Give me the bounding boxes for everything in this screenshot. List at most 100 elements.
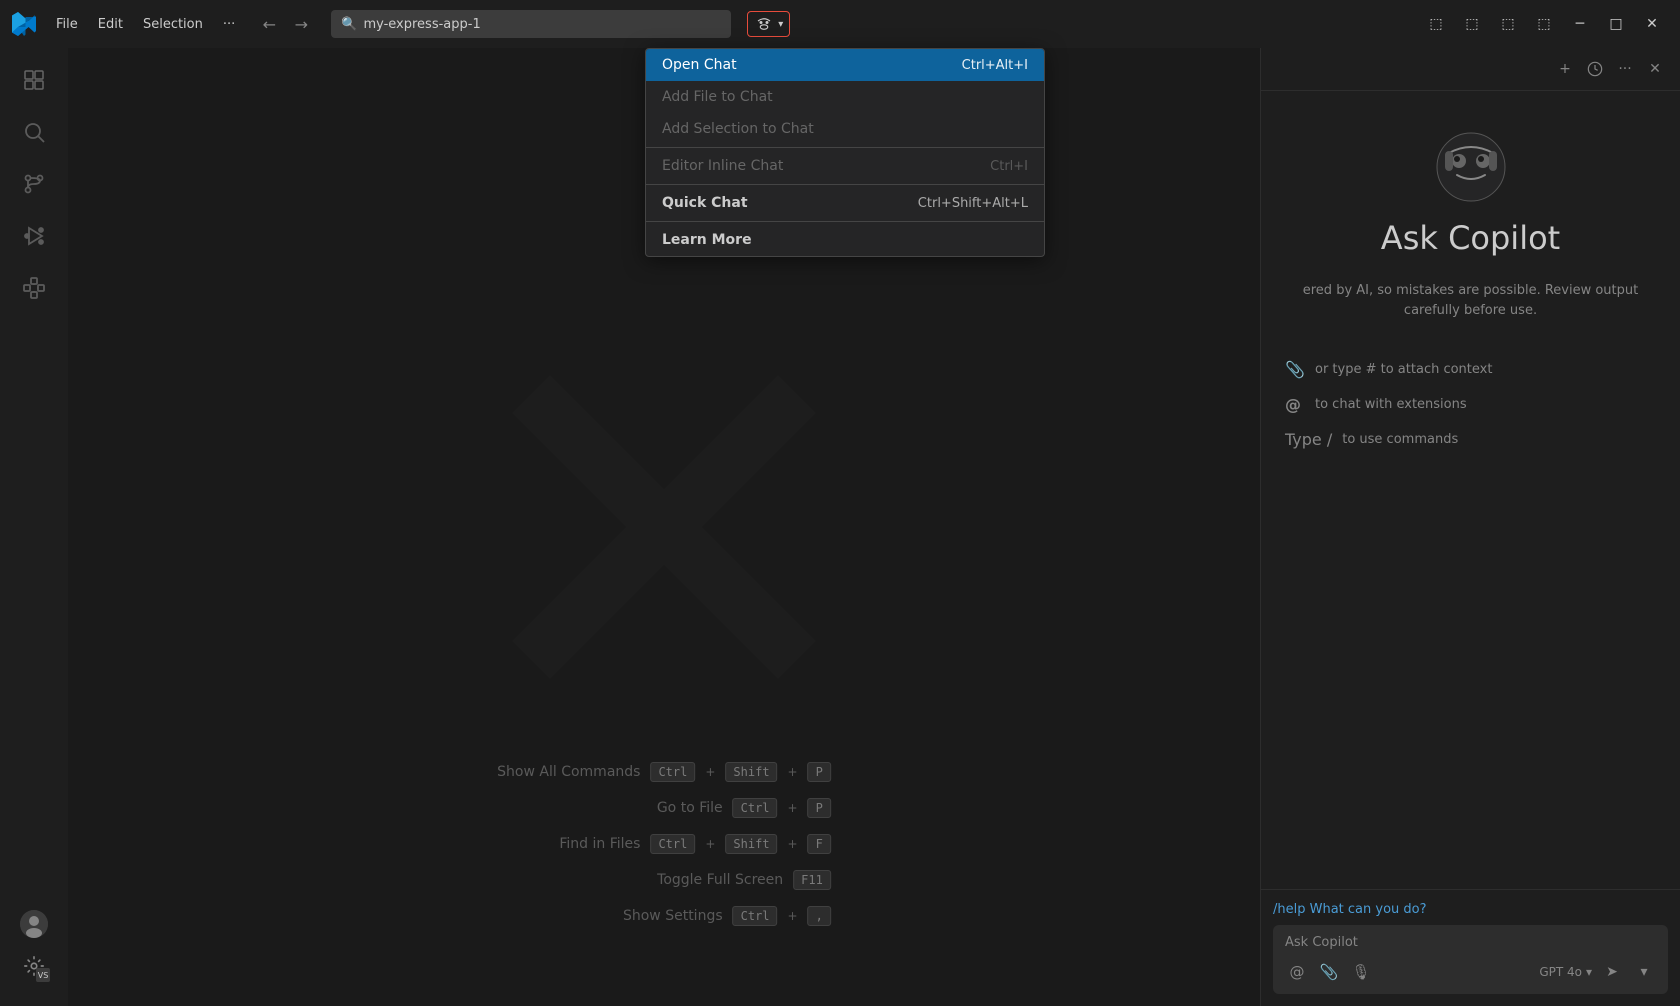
activity-search[interactable] — [10, 108, 58, 156]
activity-bar-bottom: VS — [10, 910, 58, 998]
shortcut-settings: Show Settings Ctrl + , — [623, 906, 831, 926]
settings-button[interactable]: VS — [10, 942, 58, 990]
panel-header: + ··· ✕ — [1261, 48, 1680, 91]
activity-run-debug[interactable] — [10, 212, 58, 260]
menu-keybinding-open-chat: Ctrl+Alt+I — [962, 58, 1028, 73]
kbd-ctrl-2: Ctrl — [733, 798, 778, 818]
title-bar: File Edit Selection ··· ← → 🔍 my-express… — [0, 0, 1680, 48]
copilot-description: ered by AI, so mistakes are possible. Re… — [1285, 281, 1656, 320]
menu-item-quick-chat[interactable]: Quick Chat Ctrl+Shift+Alt+L — [646, 187, 1044, 219]
chat-attach-button[interactable]: 📎 — [1317, 960, 1341, 984]
shortcut-label-5: Show Settings — [623, 908, 723, 924]
sep4: + — [705, 837, 715, 851]
chat-at-button[interactable]: @ — [1285, 960, 1309, 984]
copilot-dropdown-menu: Open Chat Ctrl+Alt+I Add File to Chat Ad… — [645, 48, 1045, 257]
menu-edit[interactable]: Edit — [90, 13, 131, 36]
kbd-ctrl: Ctrl — [650, 762, 695, 782]
menu-label-open-chat: Open Chat — [662, 57, 737, 73]
copilot-footer: /help What can you do? Ask Copilot @ 📎 🎙… — [1261, 889, 1680, 1006]
kbd-shift-2: Shift — [725, 834, 777, 854]
minimize-button[interactable]: ─ — [1564, 8, 1596, 40]
shortcut-all-commands: Show All Commands Ctrl + Shift + P — [497, 762, 831, 782]
help-text: /help What can you do? — [1273, 902, 1668, 917]
dropdown-overlay: Open Chat Ctrl+Alt+I Add File to Chat Ad… — [645, 48, 1045, 257]
menu-item-editor-inline: Editor Inline Chat Ctrl+I — [646, 150, 1044, 182]
activity-bar: VS — [0, 48, 68, 1006]
chat-mic-button[interactable]: 🎙 — [1349, 960, 1373, 984]
menu-item-add-file: Add File to Chat — [646, 81, 1044, 113]
shortcut-find-files: Find in Files Ctrl + Shift + F — [559, 834, 830, 854]
panel-more-button[interactable]: ··· — [1612, 56, 1638, 82]
menu-separator-3 — [646, 221, 1044, 222]
back-button[interactable]: ← — [255, 10, 283, 38]
maximize-button[interactable]: □ — [1600, 8, 1632, 40]
chat-input-box: Ask Copilot @ 📎 🎙 GPT 4o ▾ ➤ ▾ — [1273, 925, 1668, 994]
menu-file[interactable]: File — [48, 13, 86, 36]
copilot-button[interactable]: ▾ — [747, 11, 790, 37]
chat-input-actions: @ 📎 🎙 GPT 4o ▾ ➤ ▾ — [1285, 960, 1656, 984]
panel-close-button[interactable]: ✕ — [1642, 56, 1668, 82]
chat-input-placeholder[interactable]: Ask Copilot — [1285, 935, 1656, 950]
close-button[interactable]: ✕ — [1636, 8, 1668, 40]
search-text: my-express-app-1 — [363, 17, 480, 32]
chat-history-button[interactable] — [1582, 56, 1608, 82]
menu-item-learn-more[interactable]: Learn More — [646, 224, 1044, 256]
menu-more[interactable]: ··· — [215, 13, 243, 36]
copilot-chevron-icon: ▾ — [778, 19, 783, 30]
shortcut-full-screen: Toggle Full Screen F11 — [657, 870, 831, 890]
model-selector[interactable]: GPT 4o ▾ — [1539, 965, 1592, 979]
app-logo — [12, 12, 36, 36]
copilot-hints: 📎 or type # to attach context @ to chat … — [1285, 360, 1656, 449]
sep: + — [705, 765, 715, 779]
toggle-panel-button[interactable]: ⬚ — [1456, 8, 1488, 40]
menu-selection[interactable]: Selection — [135, 13, 211, 36]
toggle-sidebar-button[interactable]: ⬚ — [1420, 8, 1452, 40]
customize-layout-button[interactable]: ⬚ — [1528, 8, 1560, 40]
hint-extensions-text: to chat with extensions — [1315, 397, 1467, 412]
menu-label-learn-more: Learn More — [662, 232, 752, 248]
forward-button[interactable]: → — [287, 10, 315, 38]
toggle-secondary-button[interactable]: ⬚ — [1492, 8, 1524, 40]
new-chat-button[interactable]: + — [1552, 56, 1578, 82]
shortcut-label-3: Find in Files — [559, 836, 640, 852]
activity-extensions[interactable] — [10, 264, 58, 312]
menu-separator-1 — [646, 147, 1044, 148]
hint-attach: 📎 or type # to attach context — [1285, 360, 1656, 379]
shortcut-label-2: Go to File — [657, 800, 723, 816]
kbd-comma: , — [808, 906, 831, 926]
kbd-shift: Shift — [725, 762, 777, 782]
menu-label-editor-inline: Editor Inline Chat — [662, 158, 783, 174]
search-bar[interactable]: 🔍 my-express-app-1 — [331, 10, 731, 38]
sep3: + — [788, 801, 798, 815]
menu-item-open-chat[interactable]: Open Chat Ctrl+Alt+I — [646, 49, 1044, 81]
model-name: GPT 4o — [1539, 965, 1582, 979]
copilot-main: Ask Copilot ered by AI, so mistakes are … — [1261, 91, 1680, 889]
shortcut-go-to-file: Go to File Ctrl + P — [657, 798, 831, 818]
keyboard-shortcuts: Show All Commands Ctrl + Shift + P Go to… — [497, 762, 831, 926]
kbd-p: P — [808, 762, 831, 782]
sep5: + — [788, 837, 798, 851]
copilot-logo — [1435, 131, 1507, 203]
kbd-ctrl-4: Ctrl — [733, 906, 778, 926]
activity-explorer[interactable] — [10, 56, 58, 104]
menu-bar: File Edit Selection ··· — [48, 13, 243, 36]
window-controls: ⬚ ⬚ ⬚ ⬚ ─ □ ✕ — [1420, 8, 1668, 40]
menu-label-add-file: Add File to Chat — [662, 89, 773, 105]
kbd-ctrl-3: Ctrl — [650, 834, 695, 854]
chat-send-button[interactable]: ➤ — [1600, 960, 1624, 984]
hint-attach-text: or type # to attach context — [1315, 362, 1492, 377]
attach-icon: 📎 — [1285, 360, 1305, 379]
profile-badge: VS — [36, 968, 50, 982]
kbd-p-2: P — [808, 798, 831, 818]
hint-commands-text: to use commands — [1342, 432, 1458, 447]
menu-keybinding-editor-inline: Ctrl+I — [990, 159, 1028, 174]
activity-source-control[interactable] — [10, 160, 58, 208]
shortcut-label: Show All Commands — [497, 764, 640, 780]
kbd-f11: F11 — [793, 870, 831, 890]
menu-label-add-selection: Add Selection to Chat — [662, 121, 814, 137]
profile-avatar[interactable] — [20, 910, 48, 938]
slash-icon: Type / — [1285, 430, 1332, 449]
copilot-title: Ask Copilot — [1381, 219, 1560, 257]
search-icon: 🔍 — [341, 17, 357, 32]
chat-send-chevron[interactable]: ▾ — [1632, 960, 1656, 984]
